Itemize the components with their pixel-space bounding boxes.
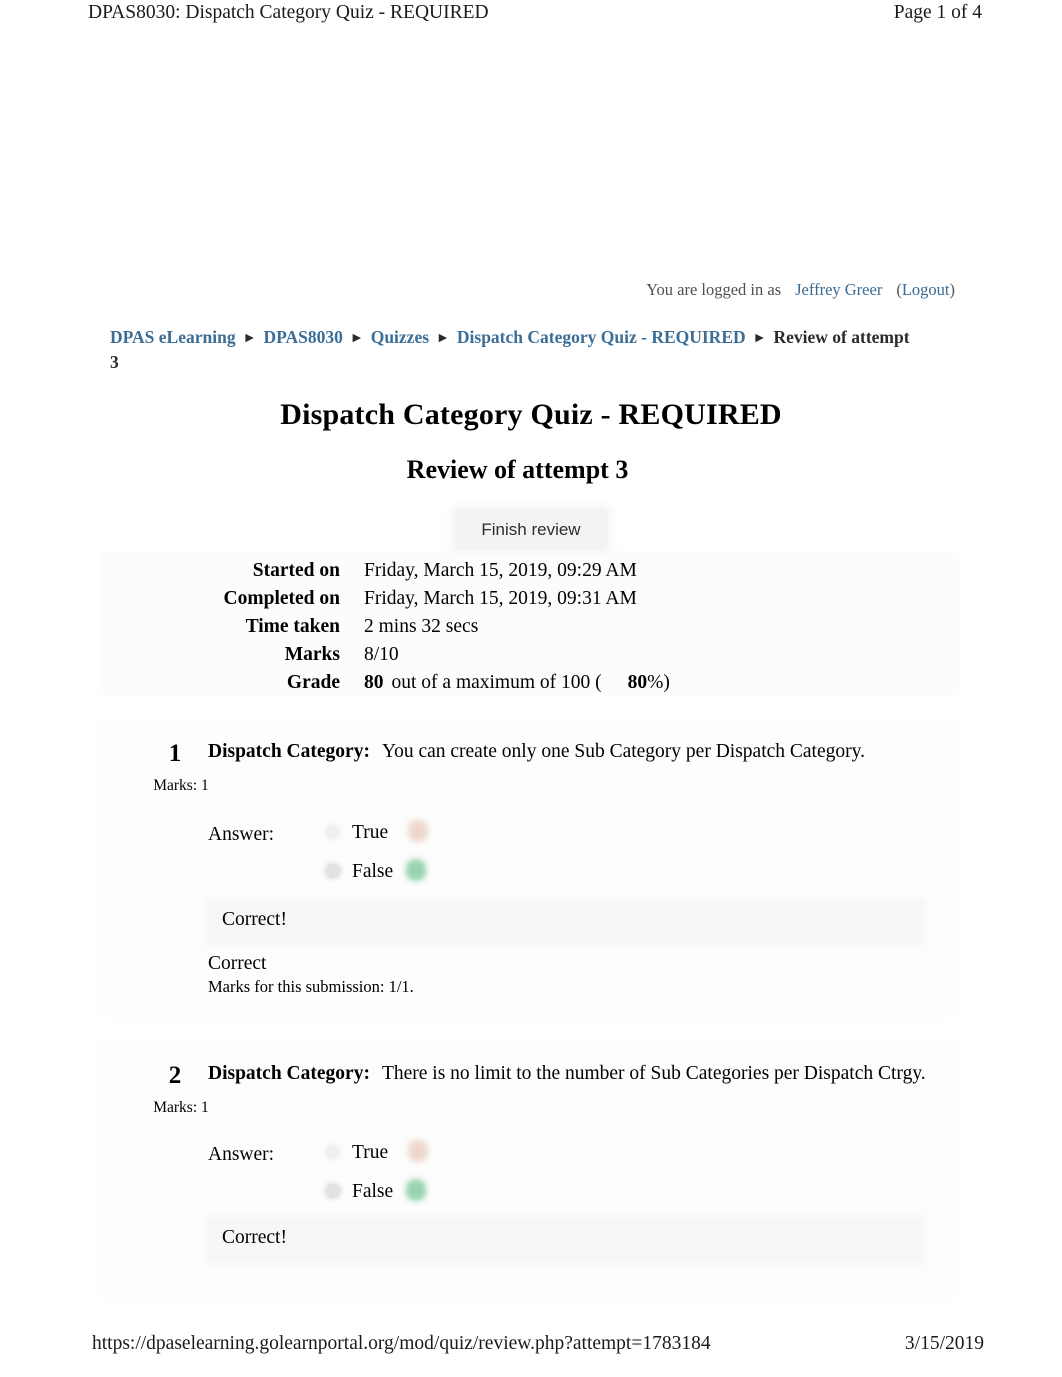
print-footer-url: https://dpaselearning.golearnportal.org/… [92,1333,711,1354]
feedback-text: Correct! [222,909,287,930]
question-text: Dispatch Category: There is no limit to t… [208,1062,938,1085]
summary-label-grade: Grade [286,672,340,693]
incorrect-mark-icon [408,1140,428,1162]
print-footer-date: 3/15/2019 [904,1333,984,1354]
feedback-text: Correct! [222,1227,287,1248]
attempt-summary-table: Started on Friday, March 15, 2019, 09:29… [106,558,955,698]
incorrect-mark-icon [408,820,428,842]
choice-label-true: True [352,822,389,843]
breadcrumb-item-quizzes[interactable]: Quizzes [371,327,429,347]
radio-button-true[interactable] [326,1145,340,1159]
choice-label-false: False [352,861,394,882]
grade-percent: 80 [627,672,648,693]
summary-label-started-on: Started on [252,560,340,581]
breadcrumb-item-dpas8030[interactable]: DPAS8030 [263,327,342,347]
login-info-prefix: You are logged in as [646,280,782,299]
breadcrumb: DPAS eLearning ► DPAS8030 ► Quizzes ► Dispatch… [110,326,910,373]
result-status: Correct [208,953,267,974]
radio-button-false[interactable] [326,864,340,878]
login-info: You are logged in as Jeffrey Greer (Logout… [0,280,955,300]
question-category-label: Dispatch Category: [208,741,370,762]
question-statement: There is no limit to the number of Sub C… [381,1063,926,1084]
summary-value-time-taken: 2 mins 32 secs [364,616,479,637]
answer-label: Answer: [208,1144,275,1165]
page-subtitle: Review of attempt 3 [406,455,629,484]
summary-label-time-taken: Time taken [245,616,340,637]
breadcrumb-item-dpas-elearning[interactable]: DPAS eLearning [110,327,236,347]
print-footer: https://dpaselearning.golearnportal.org/… [0,1333,1062,1363]
summary-value-started-on: Friday, March 15, 2019, 09:29 AM [364,560,637,581]
radio-button-false[interactable] [326,1184,340,1198]
submission-marks: Marks for this submission: 1/1. [208,977,414,996]
table-row: Time taken 2 mins 32 secs [106,614,955,642]
question-text: Dispatch Category: You can create only on… [208,740,938,763]
summary-label-completed-on: Completed on [223,588,340,609]
logout-link[interactable]: Logout [902,280,950,299]
print-header-title: DPAS8030: Dispatch Category Quiz - REQUI… [88,2,489,23]
table-row: Completed on Friday, March 15, 2019, 09:… [106,586,955,614]
grade-percent-suffix: %) [647,672,670,693]
choice-label-false: False [352,1181,394,1202]
print-header: DPAS8030: Dispatch Category Quiz - REQUI… [0,2,1062,34]
logout-paren-close: ) [949,280,956,299]
finish-review-container: Finish review [0,509,1062,550]
summary-label-marks: Marks [284,644,340,665]
print-header-page-number: Page 1 of 4 [893,2,982,23]
question-block: 2 Marks: 1 Dispatch Category: There is no… [104,1048,952,1293]
finish-review-button[interactable]: Finish review [455,509,607,550]
question-body: Dispatch Category: There is no limit to t… [208,1062,938,1085]
question-marks: Marks: 1 [153,1099,209,1116]
grade-score: 80 [364,672,384,693]
radio-button-true[interactable] [326,825,340,839]
question-statement: You can create only one Sub Category per… [381,741,865,762]
summary-value-marks: 8/10 [364,644,399,665]
summary-value-grade: 80 out of a maximum of 100 ( 80%) [364,670,955,698]
breadcrumb-separator-icon: ► [436,331,450,346]
answer-label: Answer: [208,824,275,845]
breadcrumb-separator-icon: ► [242,331,257,346]
question-block: 1 Marks: 1 Dispatch Category: You can cre… [104,726,952,1011]
summary-value-completed-on: Friday, March 15, 2019, 09:31 AM [364,588,637,609]
feedback-box: Correct! [208,900,924,944]
question-body: Dispatch Category: You can create only on… [208,740,938,763]
user-profile-link[interactable]: Jeffrey Greer [795,280,882,299]
breadcrumb-separator-icon: ► [752,331,767,346]
question-marks: Marks: 1 [153,777,209,794]
table-row: Started on Friday, March 15, 2019, 09:29… [106,558,955,586]
page-title: Dispatch Category Quiz - REQUIRED [280,398,782,431]
question-category-label: Dispatch Category: [208,1063,370,1084]
grade-max-text: out of a maximum of 100 ( [391,672,602,693]
correct-mark-icon [406,1179,426,1201]
result-block: Correct Marks for this submission: 1/1. [208,952,924,997]
breadcrumb-separator-icon: ► [349,331,364,346]
correct-mark-icon [406,859,426,881]
breadcrumb-item-quiz[interactable]: Dispatch Category Quiz - REQUIRED [457,327,746,347]
choice-label-true: True [352,1142,389,1163]
feedback-box: Correct! [208,1218,924,1262]
table-row: Marks 8/10 [106,642,955,670]
table-row: Grade 80 out of a maximum of 100 ( 80%) [106,670,955,698]
